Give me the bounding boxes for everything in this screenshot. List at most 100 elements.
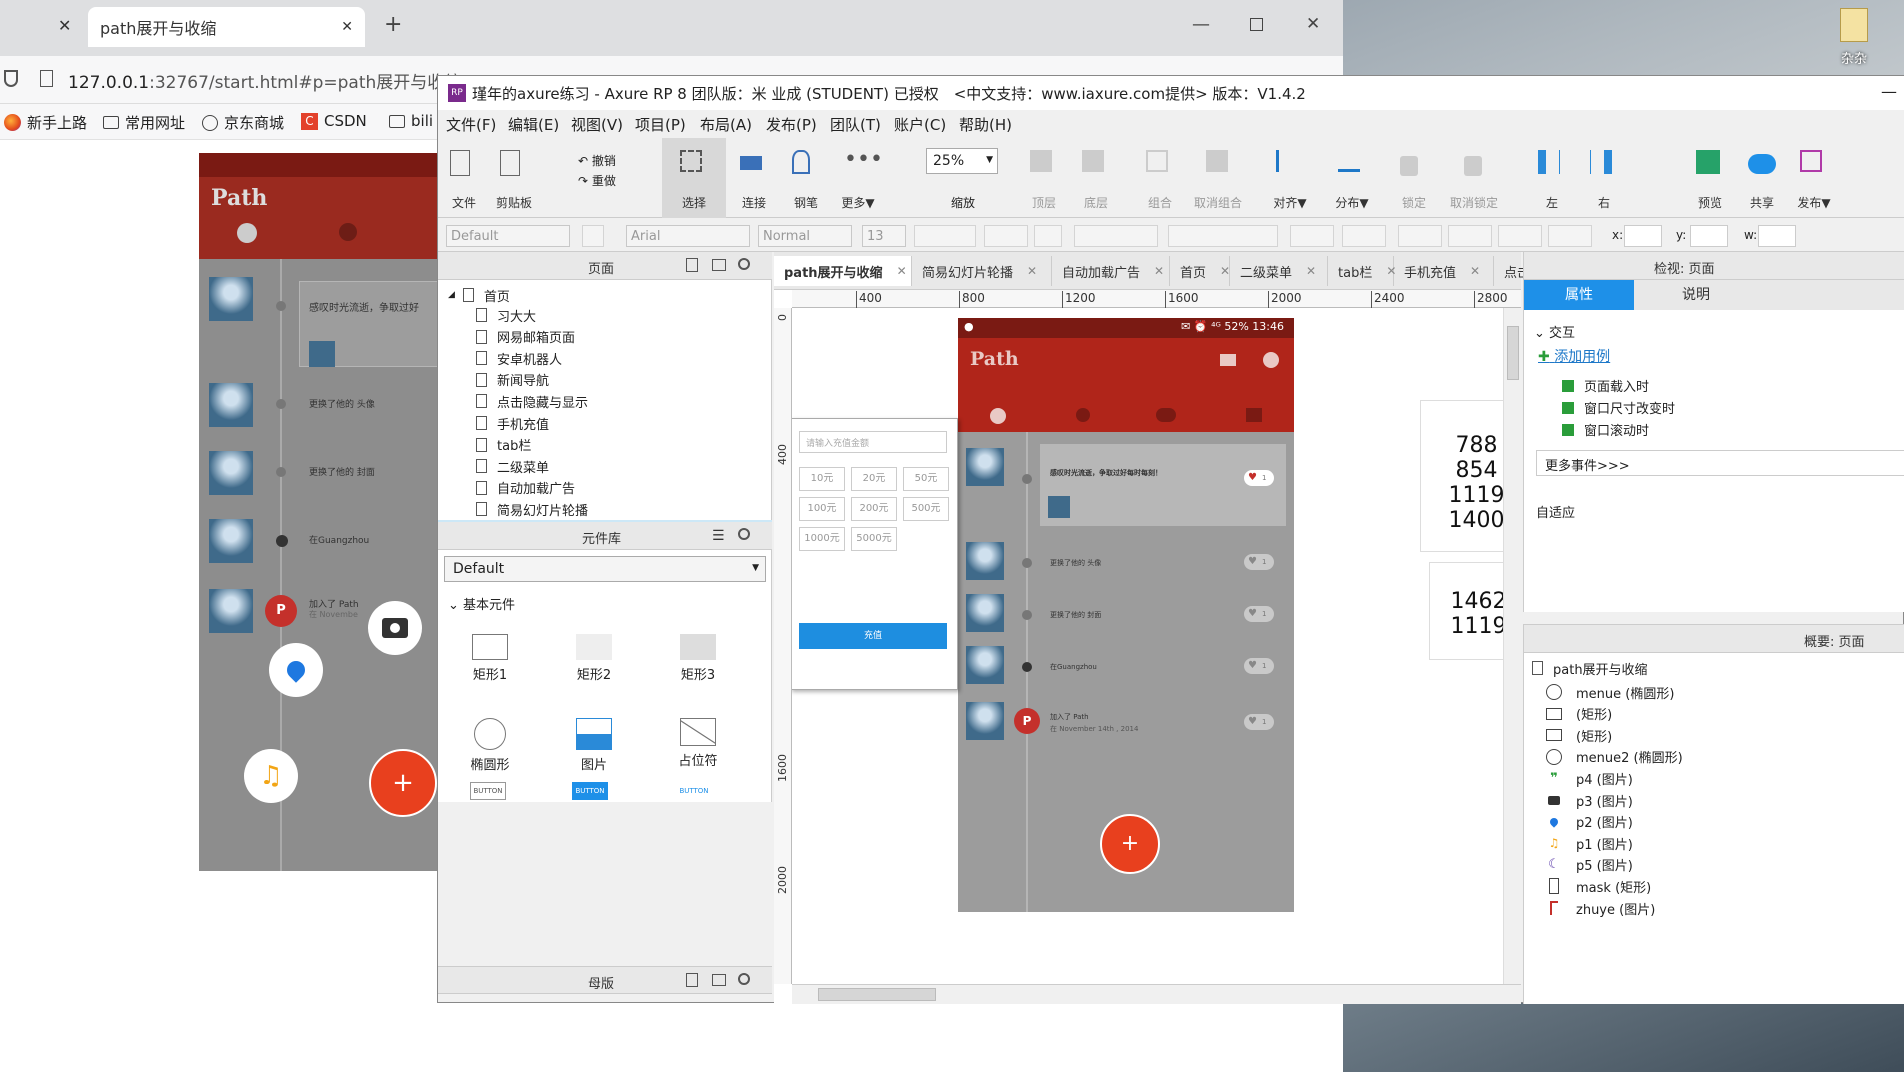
menu-team[interactable]: 团队(T): [830, 114, 881, 135]
canvas-tab[interactable]: 手机充值 ✕: [1394, 256, 1494, 286]
menu-file[interactable]: 文件(F): [446, 114, 496, 135]
bullet-button[interactable]: [1034, 225, 1062, 247]
add-folder-icon[interactable]: [712, 974, 726, 986]
close-tab-icon[interactable]: ✕: [1306, 264, 1316, 278]
more-events-select[interactable]: 更多事件>>>: [1536, 450, 1904, 476]
bookmark-item[interactable]: 京东商城: [202, 112, 284, 133]
outline-root[interactable]: path展开与收缩: [1532, 657, 1648, 679]
canvas-tab[interactable]: 自动加载广告 ✕: [1052, 256, 1170, 286]
widget-button-link[interactable]: BUTTON: [676, 782, 712, 800]
canvas-tab[interactable]: 首页 ✕: [1170, 256, 1230, 286]
widget-rect1[interactable]: 矩形1: [438, 622, 542, 702]
amount-option[interactable]: 5000元: [851, 527, 897, 551]
arrow-style-button[interactable]: [1548, 225, 1592, 247]
widget-rect2[interactable]: 矩形2: [542, 622, 646, 702]
widget-button-default[interactable]: BUTTON: [470, 782, 506, 800]
align-text-buttons[interactable]: [1074, 225, 1158, 247]
amount-option[interactable]: 20元: [851, 467, 897, 491]
browser-tab-active[interactable]: path展开与收缩 ✕: [88, 7, 365, 47]
plus-menu-button[interactable]: +: [369, 749, 437, 817]
outline-item[interactable]: mask (矩形): [1544, 875, 1651, 897]
pinterest-icon[interactable]: P: [1014, 708, 1040, 734]
design-surface[interactable]: ● ✉ ⏰ ⁴ᴳ 52% 13:46 Path 感叹时光流逝，争取过好每时每刻！…: [792, 308, 1521, 984]
widget-image[interactable]: 图片: [542, 712, 646, 792]
page-tree-item[interactable]: 手机充值: [438, 412, 772, 434]
add-case-link[interactable]: ✚ 添加用例: [1538, 346, 1610, 366]
library-select[interactable]: Default ▼: [444, 556, 766, 582]
widget-placeholder[interactable]: 占位符: [646, 712, 750, 792]
style-select[interactable]: Default: [446, 225, 570, 247]
fill-color-button[interactable]: [1290, 225, 1334, 247]
page-tree-item[interactable]: 习大大: [438, 304, 772, 326]
clock-tab-icon[interactable]: [990, 408, 1006, 424]
widget-rect3[interactable]: 矩形3: [646, 622, 750, 702]
moments-tab-icon[interactable]: [1076, 408, 1090, 422]
clipboard-button[interactable]: 剪贴板: [488, 138, 540, 218]
y-input[interactable]: [1690, 225, 1728, 247]
menu-account[interactable]: 账户(C): [894, 114, 946, 135]
x-input[interactable]: [1624, 225, 1662, 247]
url-field[interactable]: 127.0.0.1:32767/start.html#p=path展开与收缩: [68, 68, 461, 93]
size-select[interactable]: 13: [862, 225, 906, 247]
line-color-button[interactable]: [1398, 225, 1442, 247]
pinterest-icon[interactable]: P: [265, 595, 297, 627]
menu-view[interactable]: 视图(V): [571, 114, 623, 135]
moments-tab-icon[interactable]: [339, 223, 357, 241]
minimize-icon[interactable]: —: [1881, 82, 1897, 101]
outline-item[interactable]: (矩形): [1544, 703, 1612, 725]
amount-option[interactable]: 100元: [799, 497, 845, 521]
add-page-icon[interactable]: [686, 258, 698, 272]
menu-layout[interactable]: 布局(A): [700, 114, 752, 135]
amount-option[interactable]: 500元: [903, 497, 949, 521]
page-tree-item[interactable]: 自动加载广告: [438, 477, 772, 499]
interaction-header[interactable]: ⌄ 交互: [1534, 322, 1575, 341]
right-panel-button[interactable]: 右: [1578, 138, 1630, 218]
event-window-scroll[interactable]: 窗口滚动时: [1562, 420, 1649, 439]
page-tree-item[interactable]: 简易幻灯片轮播: [438, 498, 772, 520]
connect-button[interactable]: 连接: [728, 138, 780, 218]
close-tab-icon[interactable]: ✕: [341, 19, 353, 35]
outline-item[interactable]: menue2 (椭圆形): [1544, 746, 1683, 768]
w-input[interactable]: [1758, 225, 1796, 247]
minimize-icon[interactable]: —: [1192, 14, 1210, 35]
desktop-icon[interactable]: 杂杂: [1824, 8, 1884, 70]
undo-button[interactable]: ↶ 撤销: [578, 152, 616, 169]
text-color-button[interactable]: [984, 225, 1028, 247]
page-tree-item[interactable]: 安卓机器人: [438, 347, 772, 369]
close-tab-icon[interactable]: ✕: [1470, 264, 1480, 278]
zoom-select[interactable]: 25% ▼: [926, 148, 998, 174]
page-tree-item[interactable]: 二级菜单: [438, 455, 772, 477]
outline-item[interactable]: p2 (图片): [1544, 811, 1633, 833]
canvas-tab[interactable]: tab栏 ✕: [1328, 256, 1396, 286]
friends-tab-icon[interactable]: [1156, 408, 1176, 422]
amount-option[interactable]: 200元: [851, 497, 897, 521]
menu-publish[interactable]: 发布(P): [766, 114, 817, 135]
add-folder-icon[interactable]: [712, 259, 726, 271]
close-tab-icon[interactable]: ✕: [1154, 264, 1164, 278]
distribute-button[interactable]: 分布▼: [1326, 138, 1378, 218]
outline-item[interactable]: (矩形): [1544, 724, 1612, 746]
align-button[interactable]: 对齐▼: [1264, 138, 1316, 218]
heart-tab-icon[interactable]: [1246, 408, 1262, 422]
tab-notes[interactable]: 说明: [1634, 280, 1904, 310]
bookmark-item[interactable]: C CSDN: [301, 112, 367, 130]
maximize-icon[interactable]: [1250, 18, 1263, 31]
camera-menu-button[interactable]: [368, 601, 422, 655]
line-style-button[interactable]: [1498, 225, 1542, 247]
group-button[interactable]: 组合: [1134, 138, 1186, 218]
close-tab-icon[interactable]: ✕: [58, 16, 71, 35]
amount-option[interactable]: 50元: [903, 467, 949, 491]
outline-item[interactable]: menue (椭圆形): [1544, 681, 1674, 703]
amount-input[interactable]: 请输入充值金额: [799, 431, 947, 453]
search-icon[interactable]: [738, 973, 750, 985]
window-close-icon[interactable]: ✕: [1306, 14, 1320, 34]
weight-select[interactable]: Normal: [758, 225, 852, 247]
page-tree-item[interactable]: 新闻导航: [438, 369, 772, 391]
bring-top-button[interactable]: 顶层: [1018, 138, 1070, 218]
menu-edit[interactable]: 编辑(E): [508, 114, 559, 135]
widget-group-header[interactable]: ⌄ 基本元件: [448, 594, 515, 613]
lock-button[interactable]: 锁定: [1388, 138, 1440, 218]
outline-item[interactable]: ❞ p4 (图片): [1544, 767, 1633, 789]
like-pill[interactable]: ♥ 1: [1244, 606, 1274, 622]
horizontal-scrollbar[interactable]: [792, 984, 1521, 1004]
